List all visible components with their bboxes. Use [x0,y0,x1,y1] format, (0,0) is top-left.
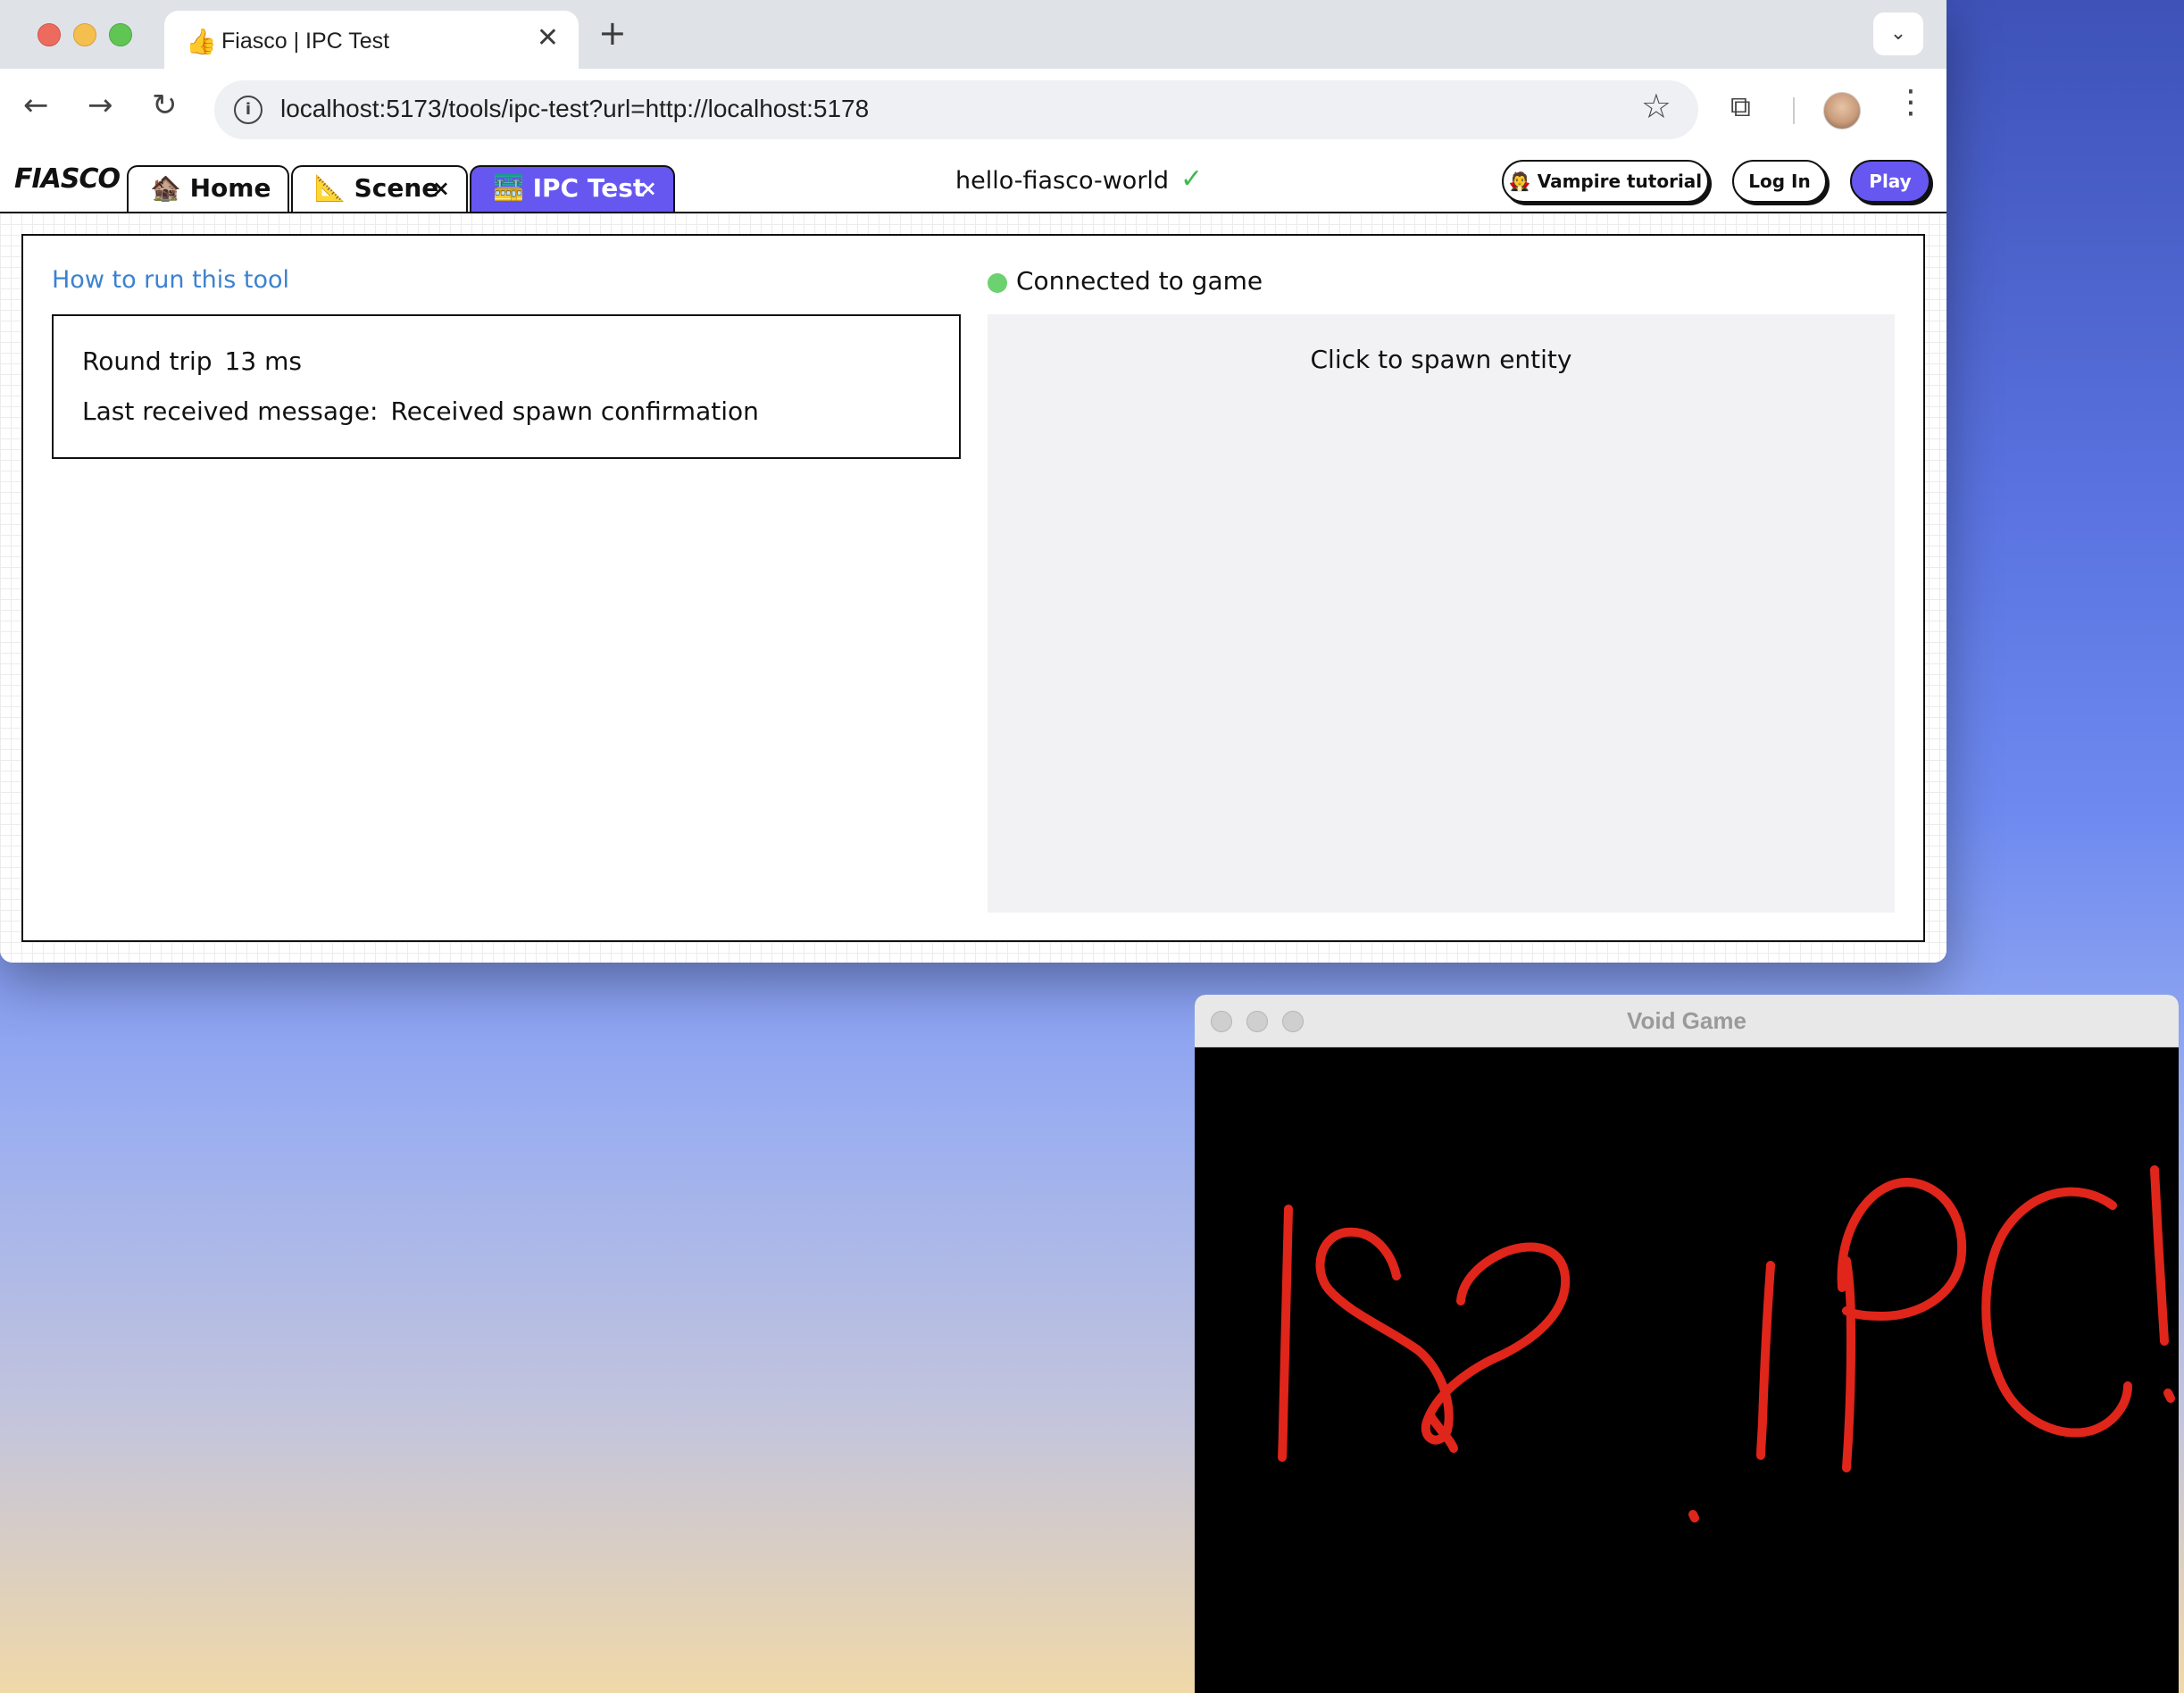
url-text[interactable]: localhost:5173/tools/ipc-test?url=http:/… [280,95,869,123]
browser-tabstrip: 👍 Fiasco | IPC Test ✕ + ⌄ [0,0,1946,69]
project-name: hello-fiasco-world [955,167,1170,195]
browser-tab-active[interactable]: 👍 Fiasco | IPC Test ✕ [164,11,579,69]
minimize-window-button[interactable] [73,23,96,46]
connection-status-dot [988,273,1007,293]
forward-arrow-icon[interactable]: → [88,90,113,121]
scribble-letter-p-bowl [1837,1177,1967,1321]
browser-window: 👍 Fiasco | IPC Test ✕ + ⌄ ← → ↻ i localh… [0,0,1946,963]
reload-icon[interactable]: ↻ [152,90,178,121]
tab-search-button[interactable]: ⌄ [1873,13,1923,55]
more-menu-icon[interactable]: ⋮ [1895,87,1927,119]
login-button[interactable]: Log In [1732,160,1827,203]
extensions-puzzle-icon[interactable]: ⧉ [1730,92,1751,121]
new-tab-button[interactable]: + [598,16,627,50]
fiasco-logo[interactable]: FIASCO [14,163,121,195]
round-trip-label: Round trip [82,346,213,376]
game-canvas[interactable] [1195,1047,2179,1693]
address-bar[interactable]: i localhost:5173/tools/ipc-test?url=http… [214,80,1698,139]
last-message-label: Last received message: [82,396,379,426]
scribble-exclamation [2150,1165,2169,1346]
tab-scene-close-icon[interactable]: × [432,167,450,210]
scribble-letter-c [1981,1187,2132,1438]
tab-scene[interactable]: 📐 Scene × [291,165,468,212]
round-trip-stat: Round trip 13 ms [82,346,302,376]
spawn-entity-label: Click to spawn entity [1310,345,1572,374]
round-trip-value: 13 ms [224,346,302,376]
site-info-icon[interactable]: i [234,96,263,124]
stats-box: Round trip 13 ms Last received message: Re… [52,314,961,459]
thumbs-up-favicon-icon: 👍 [186,27,217,56]
tab-home-label: 🏚️ Home [150,173,271,203]
bookmark-star-icon[interactable]: ☆ [1641,89,1671,123]
tab-ipc-test-label: 🚟 IPC Test [493,173,646,203]
how-to-run-link[interactable]: How to run this tool [52,266,289,294]
scribble-heart [1315,1227,1571,1445]
close-window-button[interactable] [38,23,61,46]
browser-toolbar: ← → ↻ i localhost:5173/tools/ipc-test?ur… [0,69,1946,154]
spawn-entity-area[interactable]: Click to spawn entity [988,314,1895,913]
scribble-letter-i-2 [1756,1261,1775,1460]
game-titlebar: Void Game [1195,995,2179,1047]
browser-tab-title: Fiasco | IPC Test [221,29,390,54]
ipc-test-page: How to run this tool Round trip 13 ms Las… [0,213,1946,963]
ipc-tool-panel: How to run this tool Round trip 13 ms Las… [21,234,1925,942]
tab-home[interactable]: 🏚️ Home [127,165,289,212]
zoom-window-button[interactable] [109,23,132,46]
tab-scene-label: 📐 Scene [314,173,439,203]
play-button[interactable]: Play [1850,160,1930,203]
back-arrow-icon[interactable]: ← [23,90,49,121]
vampire-tutorial-button[interactable]: 🧛 Vampire tutorial [1502,160,1709,203]
last-message-value: Received spawn confirmation [390,396,759,426]
chevron-down-icon: ⌄ [1889,22,1907,45]
tab-close-icon[interactable]: ✕ [537,25,559,52]
app-header: FIASCO 🏚️ Home 📐 Scene × 🚟 IPC Test × he… [0,153,1946,213]
last-message-stat: Last received message: Received spawn con… [82,396,759,426]
tab-ipc-test-close-icon[interactable]: × [639,167,657,210]
tab-ipc-test[interactable]: 🚟 IPC Test × [470,165,675,212]
profile-avatar[interactable] [1823,92,1861,129]
scribble-letter-p [1842,1256,1855,1472]
game-window-title: Void Game [1627,1007,1746,1034]
toolbar-divider [1793,97,1795,124]
void-game-window: Void Game [1195,995,2179,1693]
scribble-letter-i [1278,1205,1293,1462]
scribble-exclamation-dot [2163,1389,2175,1403]
connection-status-label: Connected to game [1016,266,1263,296]
checkmark-icon: ✓ [1180,163,1204,195]
scribble-dot [1688,1510,1699,1522]
